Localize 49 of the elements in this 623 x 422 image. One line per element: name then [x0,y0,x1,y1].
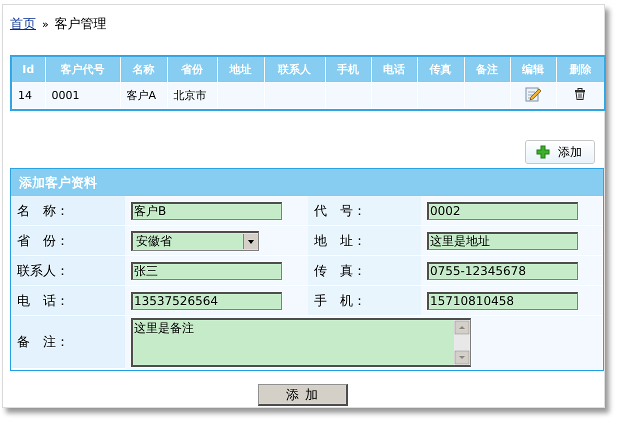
field-label: 地 址： [314,232,366,250]
table-cell [217,82,264,110]
column-header: 电话 [371,56,417,82]
table-cell: 北京市 [167,82,217,110]
table-cell [371,82,417,110]
field-label: 电 话： [17,292,69,310]
table-cell: 客户A [120,82,167,110]
text-field[interactable]: 13537526564 [131,292,282,310]
notes-field[interactable]: 这里是备注 [131,318,471,367]
column-header: 省份 [167,56,217,82]
page-title: 客户管理 [54,16,107,33]
column-header: 地址 [217,56,264,82]
column-header: 联系人 [264,56,325,82]
table-cell [325,82,371,110]
table-cell [264,82,325,110]
field-label: 联系人： [17,262,69,280]
add-button[interactable]: 添加 [525,140,595,164]
table-cell: 14 [11,82,45,110]
form-title: 添加客户资料 [11,169,603,196]
home-link[interactable]: 首页 [10,15,36,33]
field-label: 省 份： [17,232,69,250]
field-label: 手 机： [314,292,366,310]
text-field[interactable]: 这里是地址 [427,232,578,250]
text-field[interactable]: 客户B [131,202,282,220]
column-header: Id [11,56,45,82]
column-header: 传真 [417,56,464,82]
column-header: 删除 [556,56,605,82]
table-cell [417,82,464,110]
province-dropdown[interactable]: 安徽省 [131,230,259,250]
column-header: 编辑 [510,56,556,82]
text-field[interactable]: 0002 [427,202,578,220]
column-header: 名称 [120,56,167,82]
breadcrumb-separator: » [42,18,49,30]
field-label: 传 真： [314,262,366,280]
text-field[interactable]: 张三 [131,262,282,280]
edit-icon[interactable] [525,86,541,102]
submit-button[interactable]: 添 加 [258,384,348,406]
column-header: 手机 [325,56,371,82]
plus-icon [536,145,550,159]
table-cell: 0001 [45,82,120,110]
scrollbar-icon [454,320,470,365]
field-label: 名 称： [17,202,69,220]
trash-icon[interactable] [574,88,586,100]
field-label: 备 注： [17,334,69,351]
text-field[interactable]: 0755-12345678 [427,262,578,280]
field-label: 代 号： [314,202,366,220]
text-field[interactable]: 15710810458 [427,292,578,310]
column-header: 备注 [464,56,510,82]
column-header: 客户代号 [45,56,120,82]
